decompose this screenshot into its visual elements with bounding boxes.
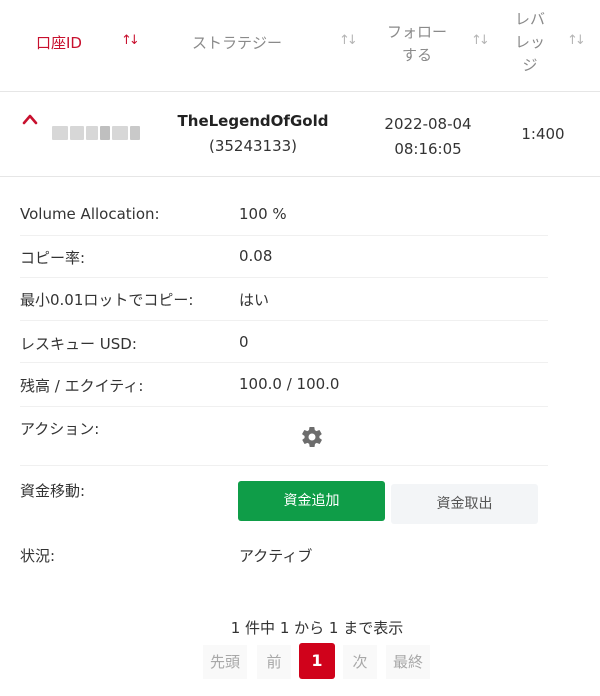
detail-volume-allocation: Volume Allocation: 100 %	[20, 194, 548, 236]
pagination-first[interactable]: 先頭	[203, 645, 247, 679]
action-label: アクション:	[20, 420, 100, 438]
table-row[interactable]: TheLegendOfGold (35243133) 2022-08-04 08…	[0, 93, 600, 177]
funds-label: 資金移動:	[20, 482, 86, 500]
pagination-current-page[interactable]: 1	[299, 643, 335, 679]
header-leverage-line2: レッ	[514, 33, 545, 51]
header-follow-line2: する	[401, 46, 432, 64]
balance-equity-label: 残高 / エクイティ:	[20, 377, 144, 395]
sort-icon[interactable]: ↑↓	[471, 33, 490, 48]
status-value: アクティブ	[239, 547, 313, 565]
min-lot-value: はい	[239, 291, 270, 309]
header-follow[interactable]: フォロー する	[383, 21, 451, 67]
withdraw-funds-button[interactable]: 資金取出	[391, 484, 538, 524]
follow-time: 08:16:05	[394, 140, 462, 158]
strategy-name[interactable]: TheLegendOfGold	[150, 112, 356, 130]
header-leverage-line3: ジ	[522, 56, 538, 74]
rescue-value: 0	[239, 333, 249, 351]
header-account-id[interactable]: 口座ID	[36, 32, 82, 55]
follow-datetime: 2022-08-04 08:16:05	[374, 112, 482, 162]
pagination-prev[interactable]: 前	[257, 645, 291, 679]
header-leverage[interactable]: レバ レッ ジ	[510, 8, 550, 77]
pagination-last[interactable]: 最終	[386, 645, 430, 679]
leverage-value: 1:400	[521, 125, 565, 143]
detail-copy-ratio: コピー率: 0.08	[20, 236, 548, 278]
status-label: 状況:	[20, 547, 56, 565]
min-lot-label: 最小0.01ロットでコピー:	[20, 291, 194, 309]
detail-action: アクション:	[20, 407, 548, 466]
table-header: 口座ID ↑↓ ストラテジー ↑↓ フォロー する ↑↓ レバ レッ ジ ↑↓	[0, 0, 600, 92]
volume-allocation-label: Volume Allocation:	[20, 205, 160, 223]
rescue-label: レスキュー USD:	[20, 335, 137, 353]
gear-icon[interactable]	[300, 425, 324, 449]
detail-balance-equity: 残高 / エクイティ: 100.0 / 100.0	[20, 363, 548, 407]
pagination-summary: 1 件中 1 から 1 まで表示	[230, 619, 404, 637]
copy-ratio-label: コピー率:	[20, 249, 86, 267]
detail-rescue: レスキュー USD: 0	[20, 321, 548, 363]
sort-icon[interactable]: ↑↓	[339, 33, 358, 48]
account-id-redacted	[52, 125, 142, 140]
balance-equity-value: 100.0 / 100.0	[239, 375, 340, 393]
volume-allocation-value: 100 %	[239, 205, 287, 223]
chevron-up-icon[interactable]	[22, 113, 38, 125]
detail-min-lot: 最小0.01ロットでコピー: はい	[20, 278, 548, 321]
header-follow-line1: フォロー	[386, 23, 447, 41]
detail-status: 状況: アクティブ	[20, 536, 548, 576]
follow-date: 2022-08-04	[384, 115, 472, 133]
sort-icon[interactable]: ↑↓	[121, 33, 140, 48]
add-funds-button[interactable]: 資金追加	[238, 481, 385, 521]
strategy-id: (35243133)	[208, 137, 298, 155]
copy-ratio-value: 0.08	[239, 247, 273, 265]
sort-icon[interactable]: ↑↓	[567, 33, 586, 48]
header-strategy[interactable]: ストラテジー	[192, 32, 282, 55]
header-leverage-line1: レバ	[514, 10, 545, 28]
pagination-next[interactable]: 次	[343, 645, 377, 679]
